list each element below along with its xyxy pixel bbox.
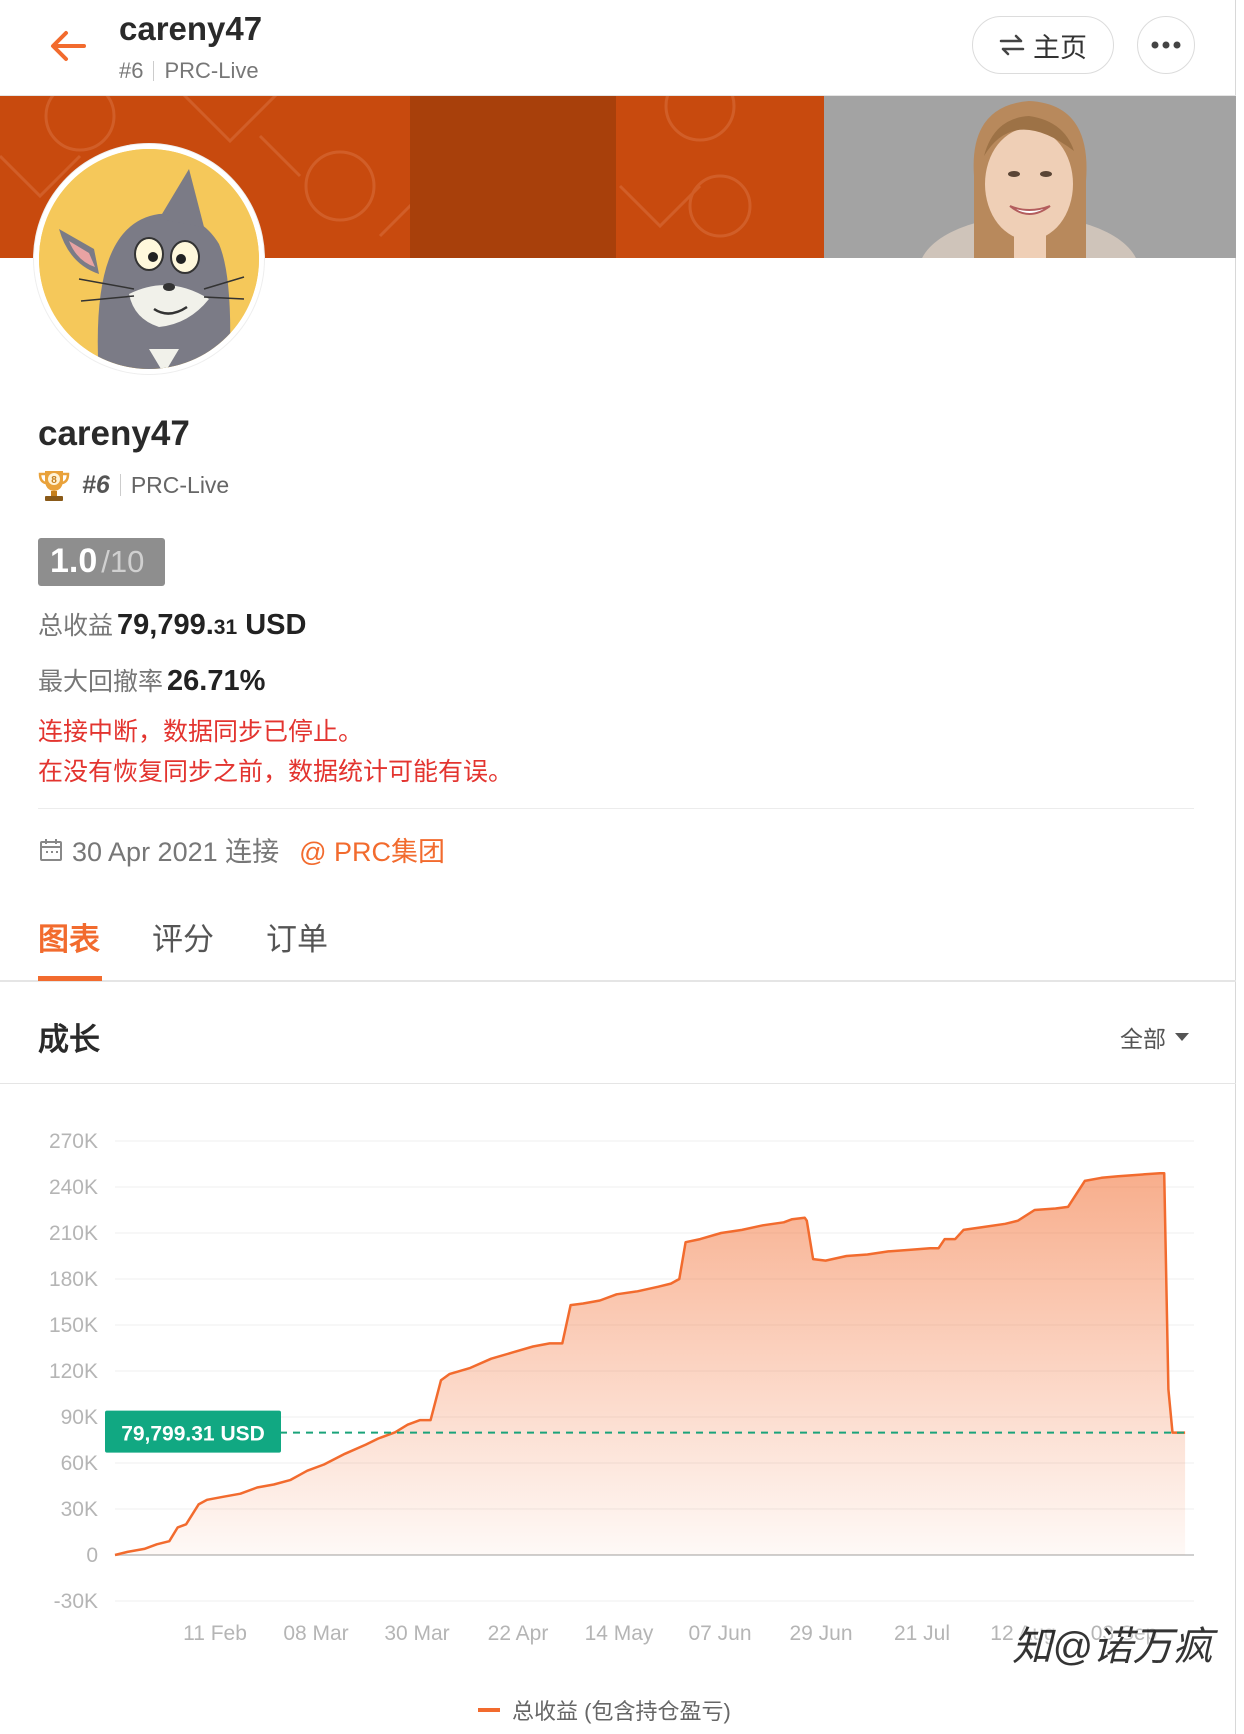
score-value: 1.0: [50, 542, 98, 580]
watermark: 知@诺万疯: [1012, 1625, 1213, 1669]
more-options-button[interactable]: [1137, 16, 1195, 74]
header-rank: #6: [119, 58, 144, 83]
x-tick-label: 21 Jul: [894, 1622, 950, 1645]
medal-number: 8: [51, 475, 57, 486]
y-tick-label: 210K: [49, 1222, 98, 1245]
avatar[interactable]: [34, 144, 264, 374]
profile-rank: #6: [82, 470, 110, 499]
back-arrow-icon[interactable]: [44, 22, 92, 70]
total-profit-decimal: 31: [213, 616, 238, 639]
y-tick-label: 60K: [61, 1452, 98, 1475]
range-dropdown-value: 全部: [1120, 1026, 1166, 1052]
growth-chart[interactable]: 270K 240K 210K 180K 150K 120K 90K 60K 30K 0 -30K 11…: [0, 1100, 1236, 1680]
sync-warning-line2: 在没有恢复同步之前，数据统计可能有误。: [38, 758, 514, 786]
score-badge: 1.0 /10: [38, 538, 165, 586]
y-tick-label: 120K: [49, 1360, 98, 1383]
total-profit-value: 79,799.31 USD: [117, 609, 306, 641]
home-button[interactable]: 主页: [972, 16, 1114, 74]
y-tick-label: 30K: [61, 1498, 98, 1521]
max-drawdown-label: 最大回撤率: [38, 668, 164, 696]
caret-down-icon: [1175, 1033, 1189, 1041]
header-subtitle: #6 PRC-Live: [119, 58, 259, 84]
header-server: PRC-Live: [164, 58, 259, 83]
y-tick-label: -30K: [54, 1590, 98, 1613]
banner-dark-band: [410, 96, 616, 258]
active-tab-indicator: [38, 976, 102, 981]
y-tick-label: 150K: [49, 1314, 98, 1337]
y-tick-label: 180K: [49, 1268, 98, 1291]
page-frame: careny47 #6 PRC-Live 主页 careny47 8 #6 PR…: [0, 0, 1236, 1734]
y-tick-label: 270K: [49, 1130, 98, 1153]
connect-row: 30 Apr 2021 连接 @ PRC集团: [38, 830, 445, 869]
x-tick-label: 29 Jun: [789, 1622, 852, 1645]
max-drawdown-stat: 最大回撤率 26.71%: [38, 662, 265, 698]
connect-date: 30 Apr 2021 连接: [72, 837, 280, 867]
total-profit-stat: 总收益 79,799.31 USD: [38, 606, 306, 642]
tab-orders[interactable]: 订单: [266, 914, 328, 959]
total-profit-integer: 79,799.: [117, 609, 214, 641]
x-tick-label: 08 Mar: [283, 1622, 348, 1645]
x-tick-label: 22 Apr: [488, 1622, 549, 1645]
series-area: [115, 1173, 1186, 1555]
y-tick-label: 0: [86, 1544, 98, 1567]
tab-chart[interactable]: 图表: [38, 914, 100, 959]
top-header: careny47 #6 PRC-Live 主页: [0, 0, 1236, 96]
more-icon: [1151, 41, 1181, 49]
x-tick-label: 11 Feb: [183, 1622, 247, 1645]
profile-name: careny47: [38, 414, 190, 453]
section-title: 成长: [38, 1022, 100, 1057]
header-title: careny47: [119, 10, 263, 47]
y-tick-label: 90K: [61, 1406, 98, 1429]
banner-portrait-image: [824, 96, 1236, 258]
tab-bar: 图表 评分 订单: [0, 904, 1236, 982]
sync-warning-line1: 连接中断，数据同步已停止。: [38, 718, 364, 746]
max-drawdown-value: 26.71%: [167, 665, 266, 697]
current-value-label: 79,799.31 USD: [121, 1423, 265, 1446]
calendar-icon: [40, 838, 62, 861]
x-tick-label: 30 Mar: [384, 1622, 449, 1645]
growth-section-header: 成长 全部: [0, 984, 1236, 1084]
rank-row: 8 #6 PRC-Live: [38, 468, 229, 502]
group-link[interactable]: @ PRC集团: [299, 830, 445, 869]
separator: [119, 474, 121, 496]
score-max: /10: [101, 544, 145, 579]
x-tick-label: 14 May: [585, 1622, 654, 1645]
legend-swatch: [478, 1708, 500, 1712]
profile-server: PRC-Live: [130, 471, 230, 498]
trophy-icon: 8: [38, 471, 70, 501]
total-profit-label: 总收益: [38, 612, 114, 640]
tab-rating[interactable]: 评分: [152, 914, 214, 959]
chart-legend[interactable]: 总收益 (包含持仓盈亏): [478, 1694, 731, 1726]
x-tick-label: 07 Jun: [688, 1622, 751, 1645]
separator: [153, 61, 155, 81]
swap-icon: [999, 34, 1025, 56]
y-tick-label: 240K: [49, 1176, 98, 1199]
home-button-label: 主页: [1033, 32, 1087, 63]
divider: [38, 808, 1194, 809]
legend-label: 总收益 (包含持仓盈亏): [512, 1699, 731, 1724]
total-profit-unit: USD: [237, 609, 307, 641]
range-dropdown[interactable]: 全部: [1120, 1020, 1190, 1054]
